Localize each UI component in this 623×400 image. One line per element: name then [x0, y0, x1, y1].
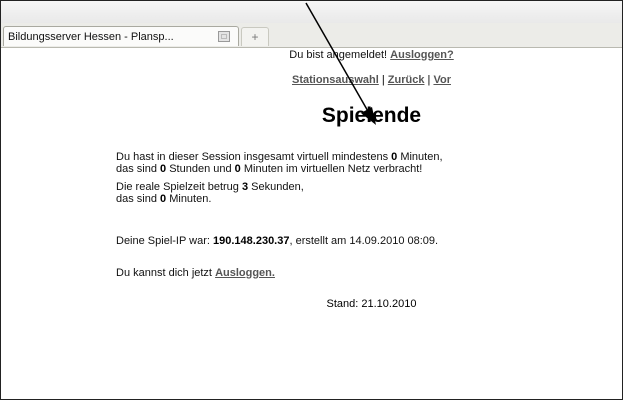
browser-window: Bildungsserver Hessen - Plansp... + Du b… — [0, 0, 623, 400]
annotation-arrow — [305, 2, 376, 125]
